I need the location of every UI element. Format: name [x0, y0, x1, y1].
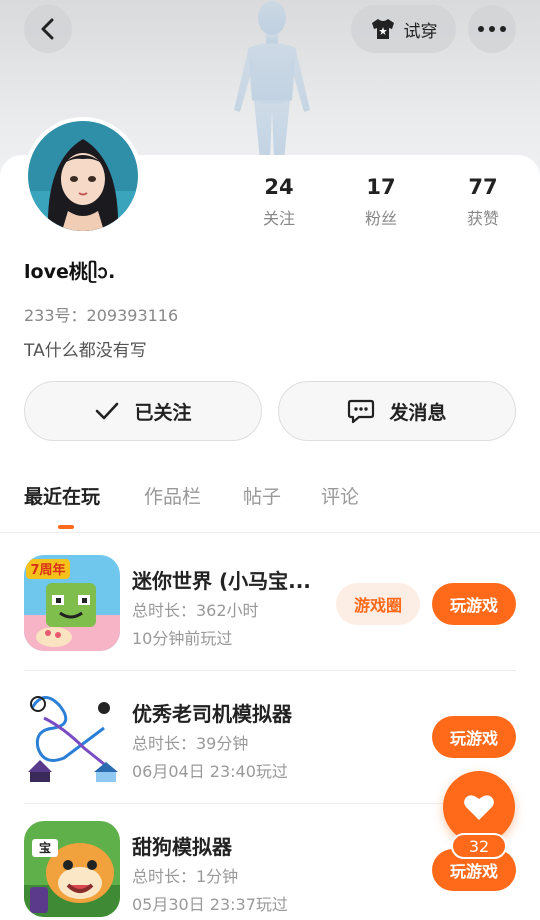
chat-bubble-icon — [348, 399, 375, 424]
stat-label: 粉丝 — [364, 209, 397, 228]
avatar[interactable] — [24, 117, 142, 235]
stat-followers[interactable]: 17 粉丝 — [341, 175, 421, 229]
game-icon-driver-simulator — [24, 688, 120, 784]
game-circle-button[interactable]: 游戏圈 — [336, 583, 420, 625]
tshirt-icon — [371, 19, 394, 39]
game-last-played: 10分钟前玩过 — [132, 629, 233, 648]
more-button[interactable] — [468, 5, 516, 53]
game-title: 迷你世界 (小马宝... — [132, 569, 311, 593]
tab-works[interactable]: 作品栏 — [144, 482, 201, 509]
game-title: 甜狗模拟器 — [132, 835, 232, 859]
message-button[interactable]: 发消息 — [278, 381, 516, 441]
game-title: 优秀老司机模拟器 — [132, 702, 292, 726]
stat-value: 17 — [366, 175, 396, 199]
stat-following[interactable]: 24 关注 — [239, 175, 319, 229]
game-row[interactable]: 7周年 迷你世界 (小马宝... 总时长：362小时 10分钟前玩过 游戏圈 玩… — [0, 545, 540, 677]
game-icon-mini-world: 7周年 — [24, 555, 120, 651]
followed-label: 已关注 — [134, 401, 192, 424]
bio: TA什么都没有写 — [24, 341, 147, 361]
active-tab-indicator — [58, 525, 74, 529]
like-count-badge: 32 — [451, 833, 507, 859]
message-label: 发消息 — [389, 401, 447, 424]
stat-likes[interactable]: 77 获赞 — [443, 175, 523, 229]
character-figure — [234, 1, 310, 160]
try-on-button[interactable]: 试穿 — [351, 5, 456, 53]
tab-divider — [0, 532, 540, 533]
game-duration: 总时长：362小时 — [132, 601, 259, 620]
avatar-image — [28, 121, 138, 231]
tab-posts[interactable]: 帖子 — [243, 482, 281, 509]
game-duration: 总时长：1分钟 — [132, 867, 239, 886]
followed-button[interactable]: 已关注 — [24, 381, 262, 441]
stat-value: 77 — [468, 175, 498, 199]
game-last-played: 06月04日 23:40玩过 — [132, 762, 288, 781]
stat-label: 关注 — [262, 209, 295, 228]
more-dots-icon — [478, 26, 506, 32]
game-last-played: 05月30日 23:37玩过 — [132, 895, 288, 914]
chevron-left-icon — [41, 18, 54, 40]
back-button[interactable] — [24, 5, 72, 53]
stat-label: 获赞 — [466, 209, 499, 228]
game-badge: 宝 — [39, 840, 51, 855]
game-badge: 7周年 — [30, 562, 65, 578]
heart-icon — [464, 795, 494, 820]
game-icon-sweet-dog-simulator: 宝 — [24, 821, 120, 917]
check-icon — [96, 402, 119, 420]
play-game-button[interactable]: 玩游戏 — [432, 716, 516, 758]
nickname: love桃ᥫᩣ. — [24, 261, 116, 283]
row-divider — [24, 670, 516, 671]
stat-value: 24 — [264, 175, 294, 199]
try-on-label: 试穿 — [403, 21, 438, 42]
play-game-button[interactable]: 玩游戏 — [432, 583, 516, 625]
tab-comments[interactable]: 评论 — [321, 482, 359, 509]
user-id: 233号：209393116 — [24, 306, 179, 325]
game-duration: 总时长：39分钟 — [132, 734, 249, 753]
tab-recently-played[interactable]: 最近在玩 — [24, 482, 100, 509]
